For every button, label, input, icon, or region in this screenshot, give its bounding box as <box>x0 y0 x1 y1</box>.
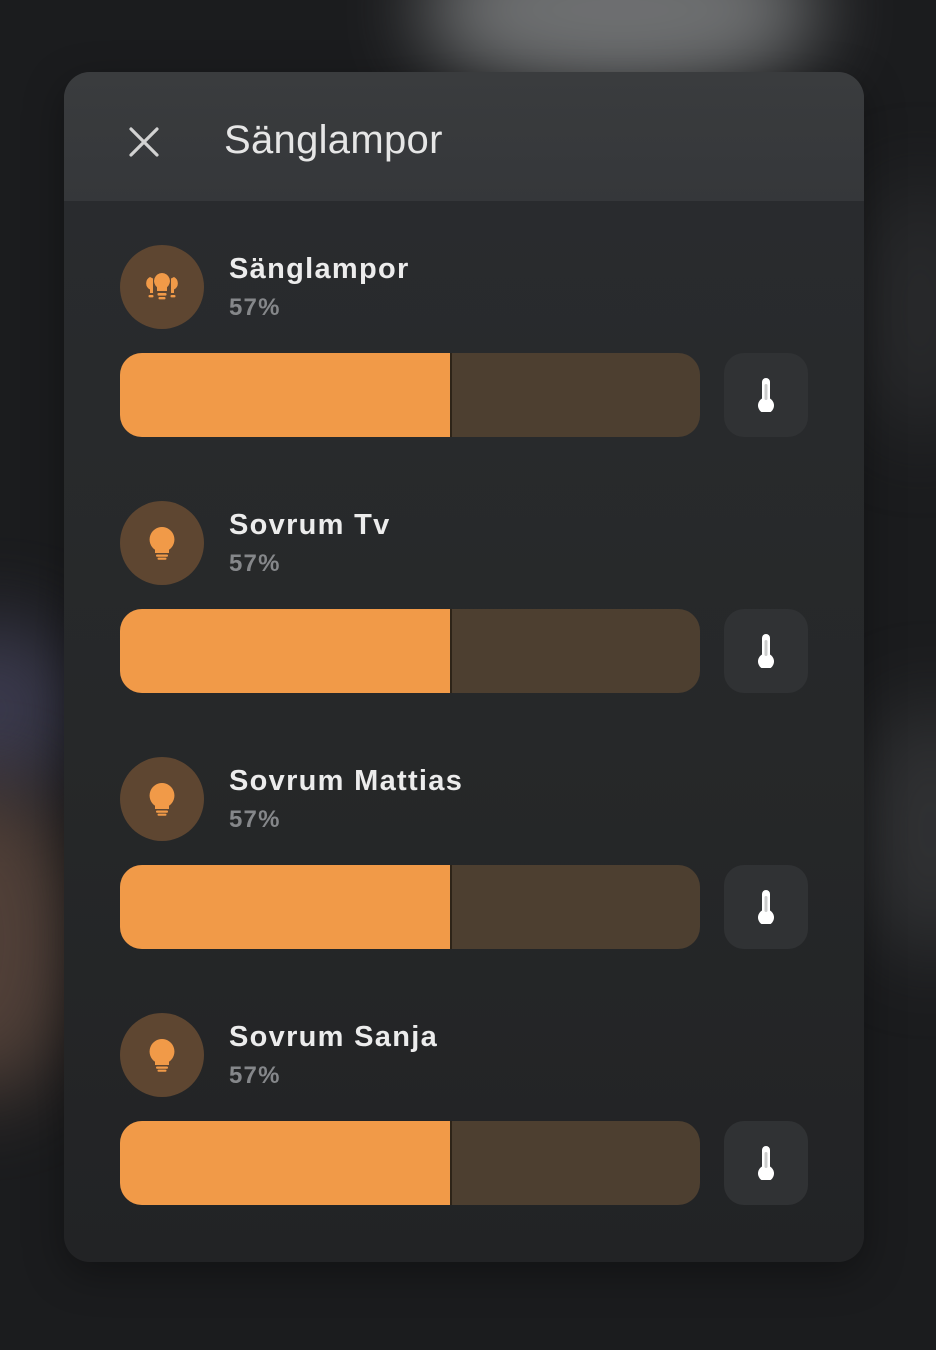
entity-row: Sänglampor 57% <box>120 245 810 501</box>
entity-list: Sänglampor 57% Sovrum Tv 57% Sovrum Matt… <box>120 245 810 1262</box>
thermometer-icon <box>758 1146 774 1180</box>
entity-icon-button[interactable] <box>120 501 204 585</box>
slider-handle[interactable] <box>449 609 452 693</box>
slider-fill <box>120 353 451 437</box>
entity-name: Sänglampor <box>229 253 410 285</box>
entity-row: Sovrum Mattias 57% <box>120 757 810 1013</box>
entity-state: 57% <box>229 550 281 577</box>
brightness-slider[interactable] <box>120 609 700 693</box>
entity-name: Sovrum Mattias <box>229 765 464 797</box>
dialog-title: Sänglampor <box>224 118 443 162</box>
brightness-slider[interactable] <box>120 865 700 949</box>
dialog-header: Sänglampor <box>64 72 864 201</box>
entity-state: 57% <box>229 294 281 321</box>
entity-icon-button[interactable] <box>120 1013 204 1097</box>
color-temp-button[interactable] <box>724 609 808 693</box>
slider-fill <box>120 609 451 693</box>
brightness-slider[interactable] <box>120 1121 700 1205</box>
thermometer-icon <box>758 890 774 924</box>
slider-fill <box>120 1121 451 1205</box>
lightbulb-group-icon <box>146 273 178 300</box>
entity-name: Sovrum Sanja <box>229 1021 438 1053</box>
slider-handle[interactable] <box>449 353 452 437</box>
lightbulb-icon <box>149 783 175 816</box>
entity-icon-button[interactable] <box>120 245 204 329</box>
entity-row: Sovrum Tv 57% <box>120 501 810 757</box>
lightbulb-icon <box>149 1039 175 1072</box>
color-temp-button[interactable] <box>724 353 808 437</box>
entity-state: 57% <box>229 806 281 833</box>
entity-state: 57% <box>229 1062 281 1089</box>
color-temp-button[interactable] <box>724 1121 808 1205</box>
brightness-slider[interactable] <box>120 353 700 437</box>
slider-fill <box>120 865 451 949</box>
slider-handle[interactable] <box>449 1121 452 1205</box>
lightbulb-icon <box>149 527 175 560</box>
thermometer-icon <box>758 378 774 412</box>
thermometer-icon <box>758 634 774 668</box>
entity-row: Sovrum Sanja 57% <box>120 1013 810 1262</box>
entity-icon-button[interactable] <box>120 757 204 841</box>
color-temp-button[interactable] <box>724 865 808 949</box>
slider-handle[interactable] <box>449 865 452 949</box>
close-icon <box>129 127 159 157</box>
close-button[interactable] <box>120 121 168 163</box>
entity-name: Sovrum Tv <box>229 509 391 541</box>
more-info-dialog: Sänglampor Sänglampor 57% Sovrum Tv 57% … <box>64 72 864 1262</box>
